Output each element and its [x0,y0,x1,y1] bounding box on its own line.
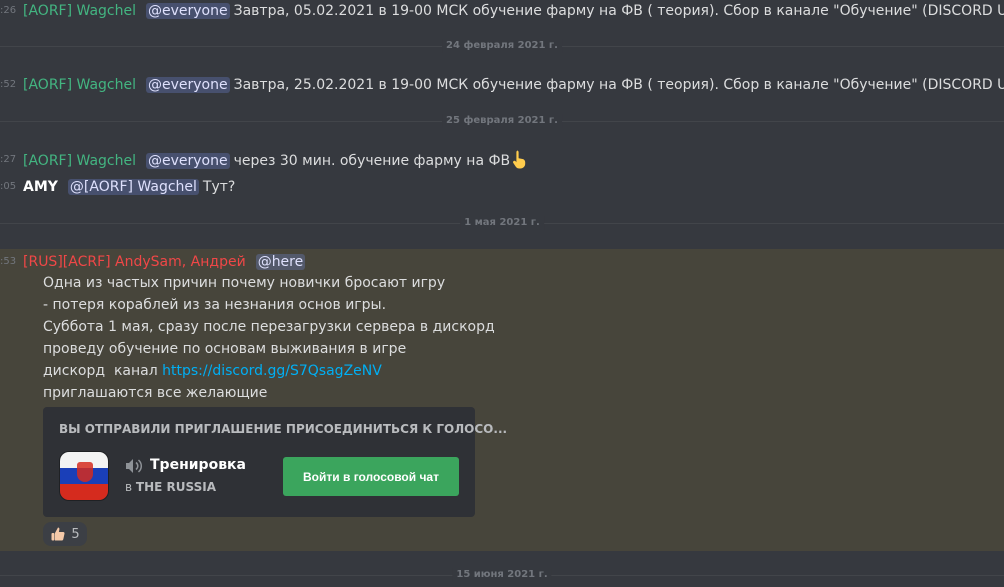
voice-channel-name: Тренировка [150,457,246,473]
timestamp[interactable]: :27 [0,149,18,171]
message-line-prefix: дискорд канал [43,363,163,379]
guild-prefix: в [125,480,133,494]
date-divider: 25 февраля 2021 г. [0,114,1004,128]
author-name[interactable]: [AORF] Wagchel [23,77,136,93]
message: :26 [AORF] Wagchel @everyone Завтра, 05.02… [0,0,1004,22]
timestamp[interactable]: :53 [0,251,18,273]
message: :52 [AORF] Wagchel @everyone Завтра, 25.02… [0,74,1004,96]
message-line: - потеря кораблей из за незнания основ и… [43,297,387,313]
guild-icon[interactable] [59,451,109,501]
author-name[interactable]: [RUS][ACRF] AndySam, Андрей [23,254,246,270]
message: :05 AMY @[AORF] Wagchel Тут? [0,176,1004,198]
message: :27 [AORF] Wagchel @everyone через 30 мин.… [0,149,1004,171]
date-divider: 1 мая 2021 г. [0,216,1004,230]
mention[interactable]: @everyone [146,153,230,169]
reaction-button[interactable]: 5 [43,522,87,546]
date-divider-label: 24 февраля 2021 г. [442,39,562,53]
message: :53 [RUS][ACRF] AndySam, Андрей @here [0,251,1004,273]
invite-title: ВЫ ОТПРАВИЛИ ПРИГЛАШЕНИЕ ПРИСОЕДИНИТЬСЯ … [59,422,508,436]
date-divider-label: 1 мая 2021 г. [460,216,544,230]
message-text: Тут? [202,179,236,195]
author-name[interactable]: [AORF] Wagchel [23,3,136,19]
timestamp[interactable]: :26 [0,0,18,22]
message-text: Завтра, 25.02.2021 в 19-00 МСК обучение … [233,77,1004,93]
timestamp[interactable]: :05 [0,176,18,198]
message-line: дискорд канал https://discord.gg/S7QsagZ… [43,360,495,382]
author-name[interactable]: [AORF] Wagchel [23,153,136,169]
message-line: Одна из частых причин почему новички бро… [43,275,446,291]
message-line: приглашаются все желающие [43,385,268,401]
invite-link[interactable]: https://discord.gg/S7QsagZeNV [162,363,382,379]
pointing-up-emoji-icon [513,150,526,169]
message-text: Завтра, 05.02.2021 в 19-00 МСК обучение … [233,3,1004,19]
date-divider-label: 25 февраля 2021 г. [442,114,562,128]
date-divider-label: 15 июня 2021 г. [452,568,552,582]
message-body: Одна из частых причин почему новички бро… [43,272,495,404]
join-voice-button[interactable]: Войти в голосовой чат [283,457,459,496]
message-text: через 30 мин. обучение фарму на ФВ [233,153,511,169]
mention[interactable]: @everyone [146,77,230,93]
reaction-count: 5 [71,526,80,542]
message-line: проведу обучение по основам выживания в … [43,341,407,357]
voice-invite-card: ВЫ ОТПРАВИЛИ ПРИГЛАШЕНИЕ ПРИСОЕДИНИТЬСЯ … [43,407,507,517]
mention[interactable]: @[AORF] Wagchel [67,179,199,195]
guild-name: THE RUSSIA [135,480,216,494]
speaker-icon [126,459,143,473]
date-divider: 15 июня 2021 г. [0,568,1004,582]
message-line: Суббота 1 мая, сразу после перезагрузки … [43,319,495,335]
guild-name-line: в THE RUSSIA [125,480,216,494]
mention[interactable]: @here [255,254,306,270]
thumbs-up-icon [51,527,65,541]
timestamp[interactable]: :52 [0,74,18,96]
author-name[interactable]: AMY [23,179,58,195]
mention[interactable]: @everyone [146,3,230,19]
date-divider: 24 февраля 2021 г. [0,39,1004,53]
